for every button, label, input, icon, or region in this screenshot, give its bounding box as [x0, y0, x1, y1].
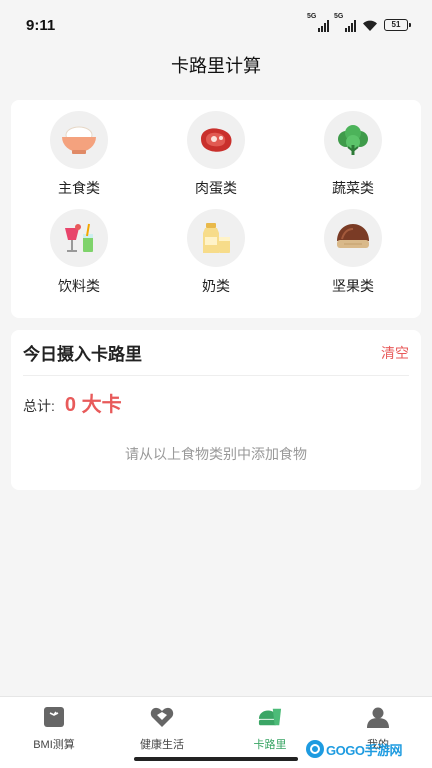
drinks-icon [65, 223, 93, 252]
tab-bmi[interactable]: BMI测算 [0, 697, 108, 768]
user-icon [367, 707, 389, 728]
battery-icon: 51 [384, 19, 411, 31]
rice-bowl-icon [62, 126, 96, 154]
scale-icon [44, 707, 64, 727]
watermark-logo-icon [306, 740, 324, 758]
milk-icon [203, 223, 230, 253]
network-type-label: 5G [334, 13, 344, 20]
page-title: 卡路里计算 [171, 56, 261, 76]
battery-level: 51 [391, 20, 401, 29]
watermark-text: GOGO手游网 [326, 742, 402, 758]
category-label: 饮料类 [58, 278, 100, 294]
tab-label: 健康生活 [140, 739, 184, 751]
category-label: 肉蛋类 [195, 180, 237, 196]
status-time: 9:11 [26, 16, 56, 34]
status-bar: 9:11 5G 5G 51 [0, 0, 432, 50]
category-label: 蔬菜类 [332, 180, 374, 196]
category-meat-egg[interactable]: 肉蛋类 [166, 111, 266, 198]
total-value: 0 大卡 [64, 394, 122, 416]
watermark: GOGO手游网 [306, 736, 426, 762]
status-icons: 5G 5G 51 [307, 13, 411, 32]
nut-icon [337, 224, 369, 248]
tab-label: 卡路里 [253, 739, 287, 751]
meat-icon [201, 128, 232, 152]
intake-title: 今日摄入卡路里 [23, 345, 142, 364]
empty-hint: 请从以上食物类别中添加食物 [125, 446, 307, 462]
category-label: 奶类 [202, 278, 230, 294]
category-milk[interactable]: 奶类 [166, 209, 266, 296]
category-label: 坚果类 [332, 278, 374, 294]
total-label: 总计: [23, 398, 55, 414]
wifi-icon [363, 20, 377, 31]
total-row: 总计: 0 大卡 [23, 388, 122, 417]
category-label: 主食类 [58, 180, 100, 196]
home-indicator[interactable] [134, 757, 298, 761]
network-type-label: 5G [307, 13, 317, 20]
intake-header: 今日摄入卡路里 清空 [23, 330, 409, 376]
calorie-icon [258, 708, 282, 726]
category-vegetable[interactable]: 蔬菜类 [303, 111, 403, 198]
clear-button[interactable]: 清空 [381, 343, 409, 363]
tab-label: BMI测算 [33, 739, 75, 751]
category-drinks[interactable]: 饮料类 [29, 209, 129, 296]
category-staple[interactable]: 主食类 [29, 111, 129, 198]
signal-icon: 5G [307, 13, 329, 32]
vegetable-icon [338, 125, 368, 155]
food-category-card: 主食类 肉蛋类 蔬菜类 饮料类 奶类 坚果类 [11, 100, 421, 318]
category-nuts[interactable]: 坚果类 [303, 209, 403, 296]
signal-icon: 5G [334, 13, 356, 32]
heart-icon [150, 707, 174, 727]
intake-card: 今日摄入卡路里 清空 总计: 0 大卡 请从以上食物类别中添加食物 [11, 330, 421, 490]
